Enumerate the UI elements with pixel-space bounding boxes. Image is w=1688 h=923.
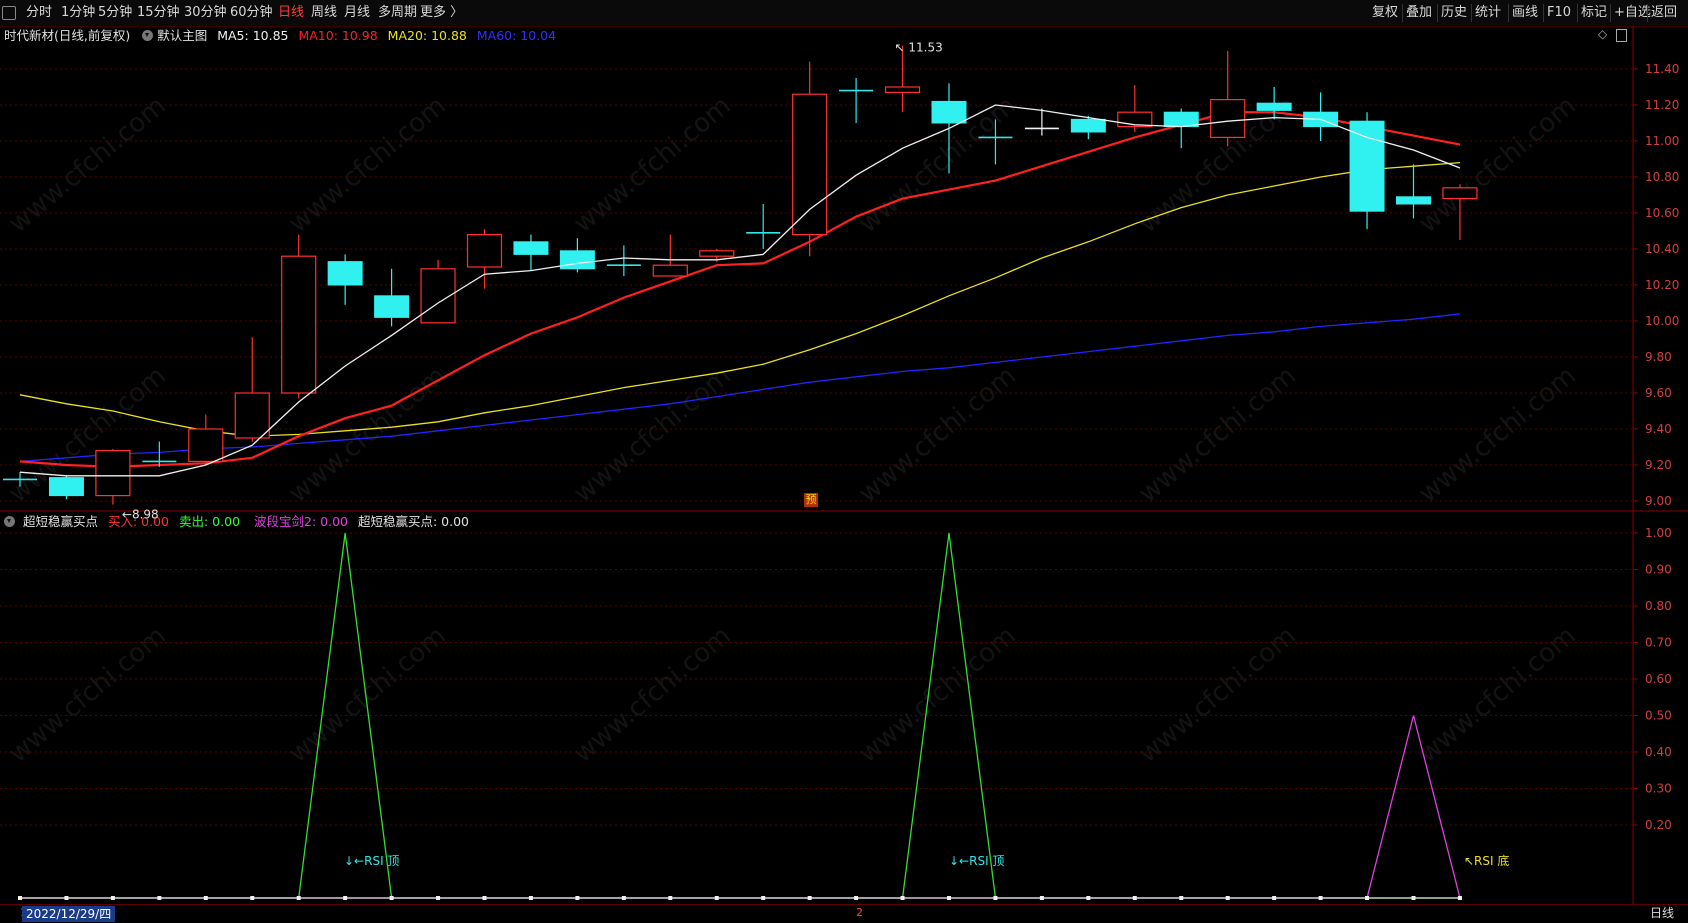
- price-tick-label: 10.80: [1645, 170, 1679, 184]
- mark-2: 2: [856, 906, 863, 919]
- price-tick-label: 9.20: [1645, 458, 1672, 472]
- indicator-tick-label: 0.50: [1645, 709, 1672, 723]
- candle-body-down: [1349, 120, 1385, 212]
- candle-body-up: [652, 264, 688, 277]
- indicator-point: [1457, 896, 1462, 900]
- indicator-line-1: [20, 715, 1461, 899]
- candle-body-up: [281, 255, 317, 394]
- indicator-point: [250, 896, 255, 900]
- candle-body-up: [466, 234, 503, 268]
- rsi-top-label-2: ↓←RSI 顶: [949, 854, 1005, 868]
- indicator-tick-label: 1.00: [1645, 526, 1672, 540]
- indicator-point: [761, 896, 766, 900]
- indicator-point: [993, 896, 998, 900]
- candle-body-up: [95, 450, 131, 497]
- indicator-point: [436, 896, 441, 900]
- price-tick-label: 11.20: [1645, 98, 1679, 112]
- indicator-point: [157, 896, 162, 900]
- price-tick-label: 9.80: [1645, 350, 1672, 364]
- candle-body-down: [559, 250, 595, 270]
- indicator-point: [482, 896, 487, 900]
- indicator-point: [900, 896, 905, 900]
- price-tick-label: 11.40: [1645, 62, 1679, 76]
- indicator-point: [528, 896, 533, 900]
- candle-body-up: [1442, 187, 1478, 200]
- indicator-point: [1086, 896, 1091, 900]
- candle-body-down: [374, 295, 410, 318]
- indicator-tick-label: 0.20: [1645, 818, 1672, 832]
- rsi-top-label-1: ↓←RSI 顶: [344, 854, 400, 868]
- indicator-point: [714, 896, 719, 900]
- indicator-tick-label: 0.60: [1645, 672, 1672, 686]
- indicator-point: [110, 896, 115, 900]
- indicator-tick-label: 0.70: [1645, 636, 1672, 650]
- candle-body-down: [1256, 102, 1292, 111]
- price-tick-label: 10.40: [1645, 242, 1679, 256]
- candle-body-down: [1070, 118, 1106, 133]
- candle-body-up: [234, 392, 270, 439]
- candle-body-up: [188, 428, 224, 463]
- indicator-point: [1225, 896, 1230, 900]
- indicator-point: [1179, 896, 1184, 900]
- price-tick-label: 10.20: [1645, 278, 1679, 292]
- indicator-tick-label: 0.80: [1645, 599, 1672, 613]
- indicator-point: [1039, 896, 1044, 900]
- status-period[interactable]: 日线: [1650, 905, 1674, 922]
- indicator-point: [1365, 896, 1370, 900]
- indicator-point: [1272, 896, 1277, 900]
- forecast-marker[interactable]: 预: [804, 493, 818, 507]
- indicator-point: [854, 896, 859, 900]
- price-tick-label: 11.00: [1645, 134, 1679, 148]
- indicator-point: [1318, 896, 1323, 900]
- candle-body-down: [513, 241, 549, 255]
- high-price-label: ↖ 11.53: [895, 41, 943, 55]
- indicator-point: [343, 896, 348, 900]
- indicator-point: [296, 896, 301, 900]
- candle-body-down: [48, 477, 84, 497]
- candle-body-up: [884, 86, 921, 94]
- price-tick-label: 9.60: [1645, 386, 1672, 400]
- indicator-point: [203, 896, 208, 900]
- ma60-line: [19, 313, 1461, 463]
- low-price-label: ←8.98: [122, 508, 159, 522]
- indicator-point: [1411, 896, 1416, 900]
- indicator-point: [621, 896, 626, 900]
- indicator-tick-label: 0.30: [1645, 782, 1672, 796]
- candle-body-up: [699, 250, 735, 257]
- indicator-point: [668, 896, 673, 900]
- status-bar: [0, 904, 1688, 923]
- candle-body-down: [1396, 196, 1431, 205]
- rsi-bottom-label: ↖RSI 底: [1464, 854, 1510, 868]
- candle-body-down: [327, 261, 363, 286]
- indicator-tick-label: 0.40: [1645, 745, 1672, 759]
- price-tick-label: 10.60: [1645, 206, 1679, 220]
- price-tick-label: 10.00: [1645, 314, 1679, 328]
- candle-body-down: [931, 100, 967, 124]
- price-tick-label: 9.00: [1645, 494, 1672, 508]
- indicator-point: [64, 896, 69, 900]
- indicator-point: [807, 896, 812, 900]
- price-tick-label: 9.40: [1645, 422, 1672, 436]
- indicator-point: [18, 896, 22, 900]
- candle-body-up: [792, 93, 828, 236]
- indicator-point: [389, 896, 394, 900]
- indicator-tick-label: 0.90: [1645, 563, 1672, 577]
- candle-body-down: [1163, 111, 1199, 128]
- indicator-point: [947, 896, 951, 900]
- indicator-point: [1132, 896, 1137, 900]
- indicator-point: [575, 896, 580, 900]
- cursor-date: 2022/12/29/四: [22, 906, 116, 922]
- candle-body-up: [1210, 98, 1246, 138]
- kline-chart[interactable]: 11.40 11.20 11.00 10.80 10.60 10.40 10.20 10.00…: [0, 0, 1688, 922]
